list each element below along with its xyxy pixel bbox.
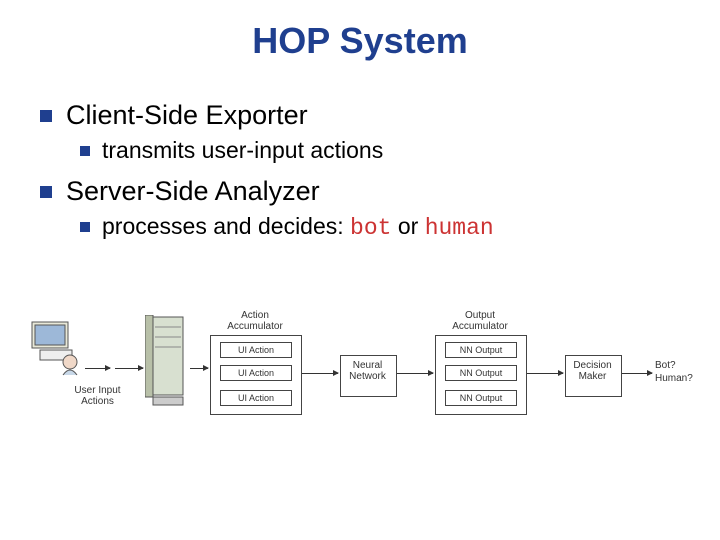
arrow-icon bbox=[115, 368, 143, 369]
neural-network-label: Neural Network bbox=[340, 360, 395, 382]
computer-user-icon bbox=[30, 320, 85, 380]
server-sub-bot: bot bbox=[350, 215, 391, 241]
server-sub-human: human bbox=[425, 215, 494, 241]
bullet-server-analyzer: Server-Side Analyzer bbox=[40, 176, 680, 207]
nn-output-box: NN Output bbox=[445, 342, 517, 358]
server-icon bbox=[145, 315, 195, 410]
bullet-text: processes and decides: bot or human bbox=[102, 213, 494, 241]
nn-output-box: NN Output bbox=[445, 365, 517, 381]
bullet-text: Server-Side Analyzer bbox=[66, 176, 320, 207]
bullet-client-exporter: Client-Side Exporter bbox=[40, 100, 680, 131]
user-input-actions-label: User Input Actions bbox=[70, 385, 125, 407]
server-sub-prefix: processes and decides: bbox=[102, 213, 350, 239]
arrow-icon bbox=[302, 373, 338, 374]
bullet-client-sub: transmits user-input actions bbox=[80, 137, 680, 164]
action-accumulator-label: Action Accumulator bbox=[220, 310, 290, 332]
arrow-icon bbox=[397, 373, 433, 374]
arrow-icon bbox=[527, 373, 563, 374]
bullet-square-icon bbox=[80, 146, 90, 156]
arrow-icon bbox=[190, 368, 208, 369]
bullet-text: Client-Side Exporter bbox=[66, 100, 308, 131]
bullet-square-icon bbox=[40, 110, 52, 122]
decision-maker-label: Decision Maker bbox=[565, 360, 620, 382]
ui-action-box: UI Action bbox=[220, 390, 292, 406]
bullet-list: Client-Side Exporter transmits user-inpu… bbox=[40, 100, 680, 253]
arrow-icon bbox=[85, 368, 110, 369]
result-bot-label: Bot? bbox=[655, 360, 695, 371]
server-sub-or: or bbox=[391, 213, 424, 239]
output-accumulator-label: Output Accumulator bbox=[445, 310, 515, 332]
bullet-square-icon bbox=[40, 186, 52, 198]
arrow-icon bbox=[622, 373, 652, 374]
result-human-label: Human? bbox=[655, 373, 700, 384]
architecture-diagram: User Input Actions Action Accumulator UI… bbox=[30, 310, 690, 470]
ui-action-box: UI Action bbox=[220, 342, 292, 358]
bullet-server-sub: processes and decides: bot or human bbox=[80, 213, 680, 241]
ui-action-box: UI Action bbox=[220, 365, 292, 381]
bullet-text: transmits user-input actions bbox=[102, 137, 383, 164]
nn-output-box: NN Output bbox=[445, 390, 517, 406]
slide-title: HOP System bbox=[0, 20, 720, 62]
bullet-square-icon bbox=[80, 222, 90, 232]
